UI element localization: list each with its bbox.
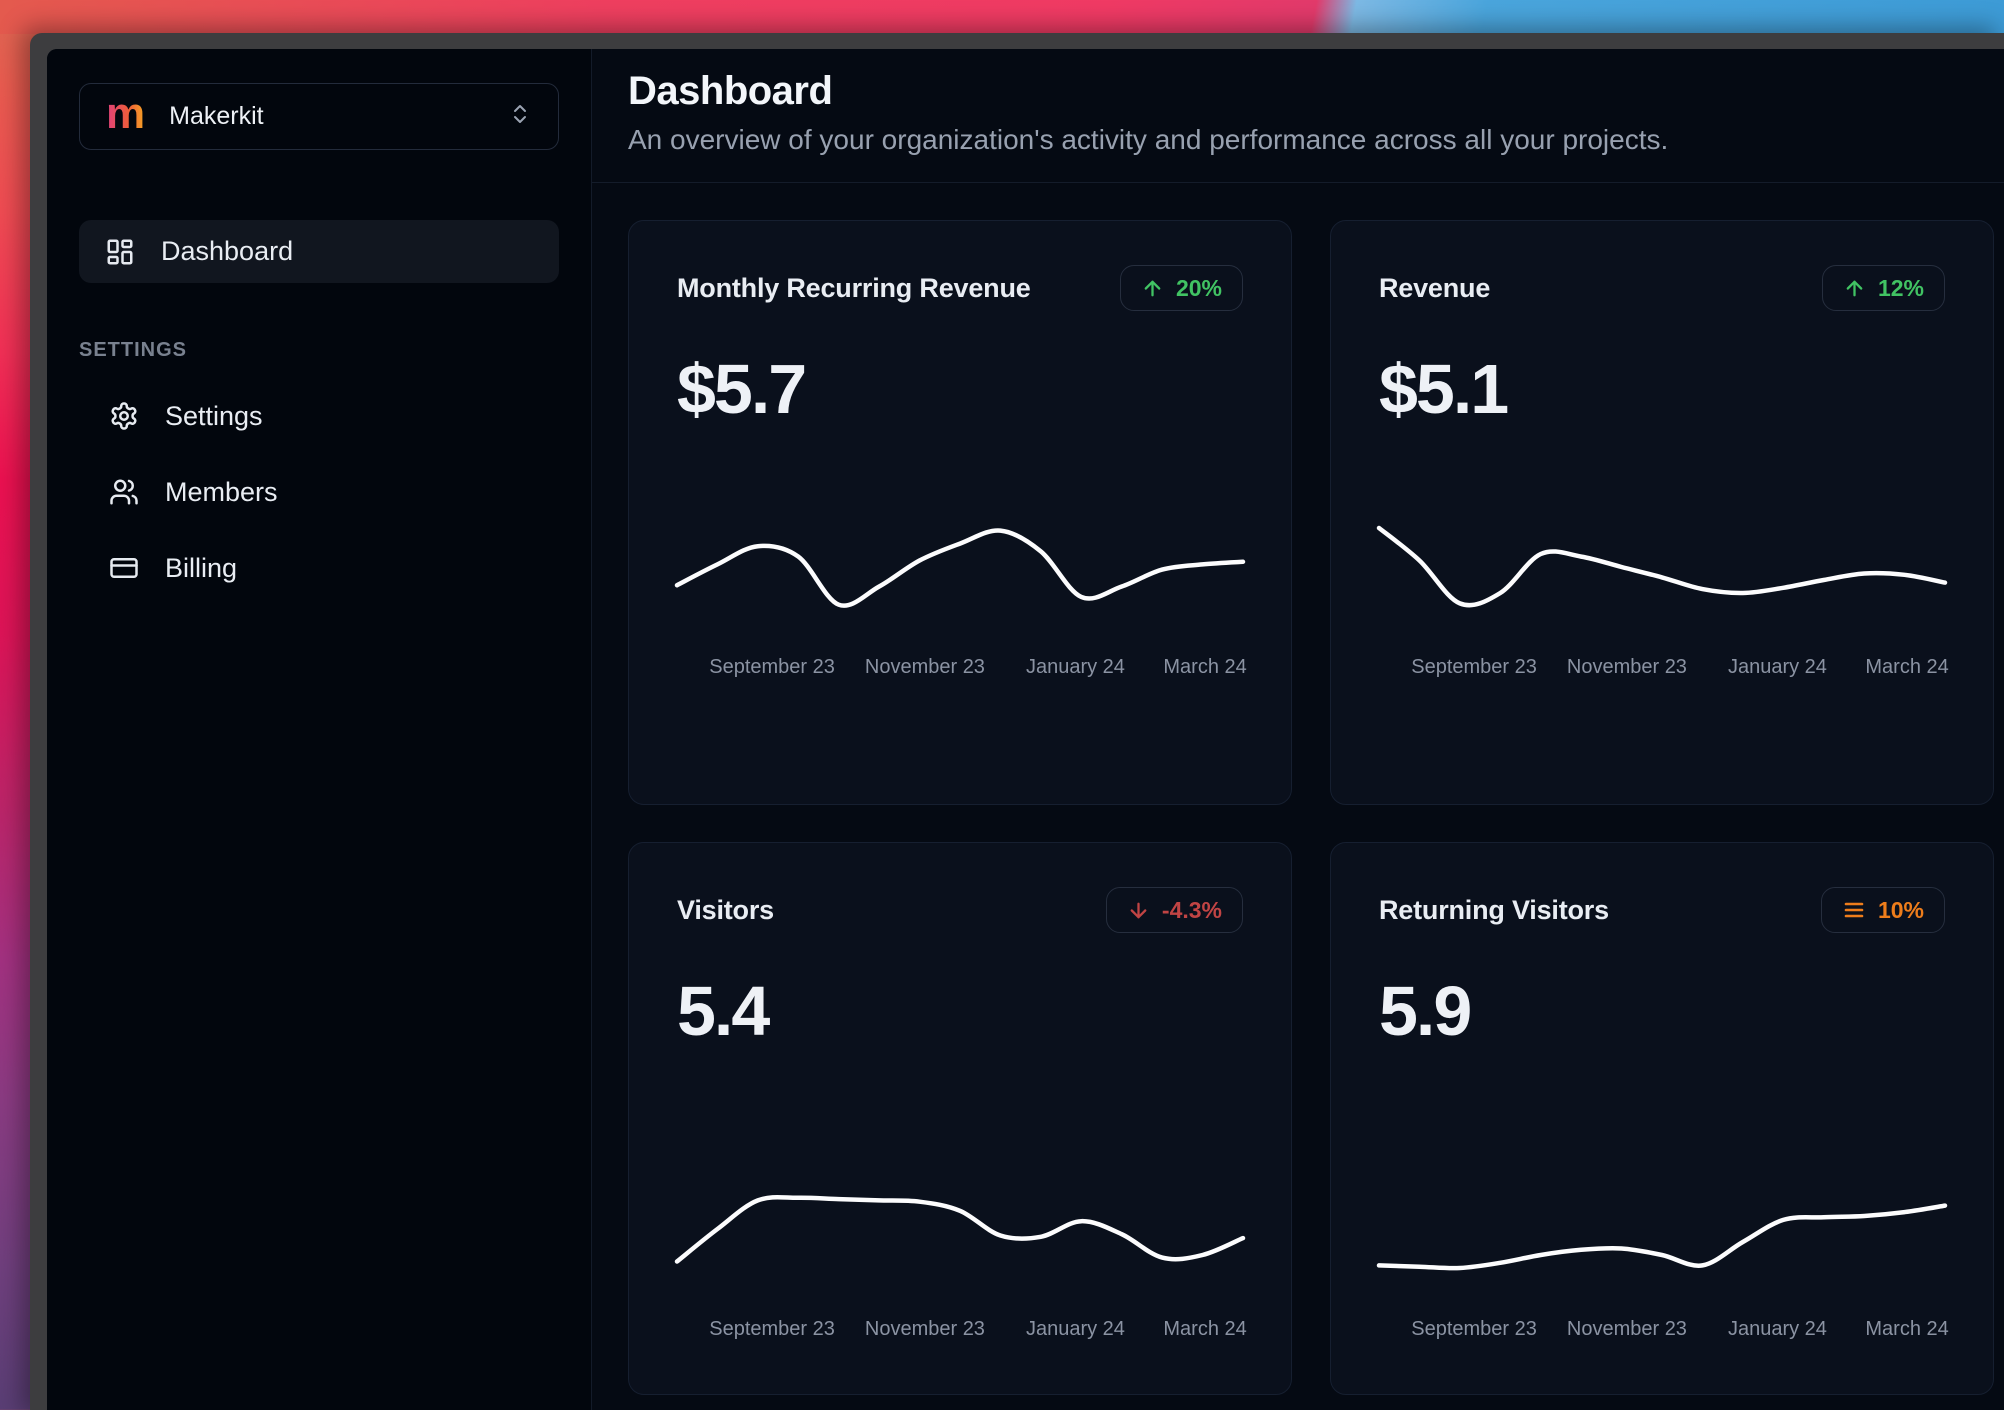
makerkit-logo: m — [106, 88, 146, 138]
metric-card-header: Monthly Recurring Revenue 20% — [677, 265, 1243, 311]
chevrons-up-down-icon — [508, 102, 532, 131]
metric-title: Returning Visitors — [1379, 894, 1609, 925]
x-axis-label: November 23 — [1566, 656, 1687, 678]
sidebar-item-label: Members — [165, 476, 278, 507]
trend-neutral-icon — [1842, 898, 1866, 922]
x-axis-label: November 23 — [864, 1318, 985, 1340]
trend-badge: 10% — [1820, 887, 1945, 933]
gear-icon — [109, 401, 139, 431]
metric-card: Returning Visitors 10% 5.9 September 23 — [1330, 842, 1994, 1395]
sparkline-svg — [674, 528, 1246, 608]
trend-value: 10% — [1877, 896, 1924, 923]
metric-title: Revenue — [1379, 272, 1491, 303]
trend-value: -4.3% — [1161, 896, 1222, 923]
sidebar-item-label: Dashboard — [161, 236, 294, 266]
main-content: Dashboard An overview of your organizati… — [592, 49, 2004, 1410]
sidebar-item-label: Billing — [165, 552, 238, 583]
x-axis-label: March 24 — [1865, 656, 1949, 678]
x-axis-label: September 23 — [709, 1318, 835, 1340]
x-axis-label: March 24 — [1163, 656, 1247, 678]
page-header: Dashboard An overview of your organizati… — [592, 49, 2004, 183]
trend-badge: 12% — [1821, 265, 1945, 311]
sidebar-item-members[interactable]: Members — [79, 470, 559, 514]
arrow-down-icon — [1127, 899, 1150, 922]
metric-card: Monthly Recurring Revenue 20% $5.7 Septe… — [628, 220, 1292, 805]
x-axis-label: November 23 — [1566, 1318, 1687, 1340]
trend-badge: 20% — [1119, 265, 1243, 311]
x-axis-label: January 24 — [1727, 1318, 1827, 1340]
x-axis-label: January 24 — [1025, 1318, 1125, 1340]
metric-card-header: Visitors -4.3% — [677, 887, 1243, 933]
x-axis: September 23 November 23 January 24 Marc… — [1379, 1318, 1949, 1344]
sparkline-path — [1376, 525, 1948, 608]
page-title: Dashboard — [628, 69, 833, 113]
metric-value: $5.1 — [1379, 350, 1509, 428]
x-axis-label: March 24 — [1163, 1318, 1247, 1340]
x-axis: September 23 November 23 January 24 Marc… — [677, 656, 1247, 682]
x-axis-label: March 24 — [1865, 1318, 1949, 1340]
x-axis-label: September 23 — [709, 656, 835, 678]
metric-value: $5.7 — [677, 350, 807, 428]
x-axis: September 23 November 23 January 24 Marc… — [1379, 656, 1949, 682]
arrow-up-icon — [1843, 277, 1866, 300]
credit-card-icon — [109, 553, 139, 583]
x-axis: September 23 November 23 January 24 Marc… — [677, 1318, 1247, 1344]
desktop-wallpaper — [0, 0, 2004, 34]
metric-card-header: Revenue 12% — [1379, 265, 1945, 311]
x-axis-label: September 23 — [1411, 656, 1537, 678]
x-axis-label: January 24 — [1025, 656, 1125, 678]
x-axis-label: January 24 — [1727, 656, 1827, 678]
metric-card-header: Returning Visitors 10% — [1379, 887, 1945, 933]
app-window: m Makerkit Dashboard SETTINGS Settings M… — [30, 33, 2004, 1410]
sparkline-path — [674, 528, 1246, 608]
app-content: m Makerkit Dashboard SETTINGS Settings M… — [47, 49, 2004, 1410]
workspace-name: Makerkit — [169, 102, 264, 130]
metric-card: Visitors -4.3% 5.4 September 23 November… — [628, 842, 1292, 1395]
sparkline-svg — [1376, 525, 1948, 608]
sparkline-svg — [1376, 1203, 1948, 1271]
metric-card: Revenue 12% $5.1 September 23 November 2… — [1330, 220, 1994, 805]
metric-value: 5.4 — [677, 972, 770, 1050]
x-axis-label: November 23 — [864, 656, 985, 678]
sidebar: m Makerkit Dashboard SETTINGS Settings M… — [47, 49, 592, 1410]
users-icon — [109, 477, 139, 507]
page-subtitle: An overview of your organization's activ… — [628, 124, 1669, 155]
sidebar-settings-group: Settings Members Billing — [79, 394, 559, 590]
sparkline-chart: September 23 November 23 January 24 Marc… — [1376, 492, 1949, 682]
sidebar-item-settings[interactable]: Settings — [79, 394, 559, 438]
workspace-selector[interactable]: m Makerkit — [79, 83, 559, 150]
metric-title: Visitors — [677, 894, 774, 925]
sparkline-chart: September 23 November 23 January 24 Marc… — [674, 1154, 1247, 1344]
sidebar-item-billing[interactable]: Billing — [79, 546, 559, 590]
trend-value: 20% — [1175, 274, 1222, 301]
sidebar-item-dashboard[interactable]: Dashboard — [79, 220, 559, 283]
metric-title: Monthly Recurring Revenue — [677, 272, 1031, 303]
trend-badge: -4.3% — [1105, 887, 1243, 933]
sparkline-path — [674, 1194, 1246, 1264]
sidebar-section-label: SETTINGS — [79, 339, 188, 361]
sparkline-chart: September 23 November 23 January 24 Marc… — [674, 492, 1247, 682]
arrow-up-icon — [1141, 277, 1164, 300]
sidebar-item-label: Settings — [165, 400, 263, 431]
metric-value: 5.9 — [1379, 972, 1472, 1050]
sparkline-path — [1376, 1203, 1948, 1271]
trend-value: 12% — [1877, 274, 1924, 301]
sparkline-svg — [674, 1194, 1246, 1264]
sparkline-chart: September 23 November 23 January 24 Marc… — [1376, 1154, 1949, 1344]
dashboard-icon — [105, 237, 135, 267]
x-axis-label: September 23 — [1411, 1318, 1537, 1340]
cards-grid: Monthly Recurring Revenue 20% $5.7 Septe… — [592, 183, 2004, 1395]
